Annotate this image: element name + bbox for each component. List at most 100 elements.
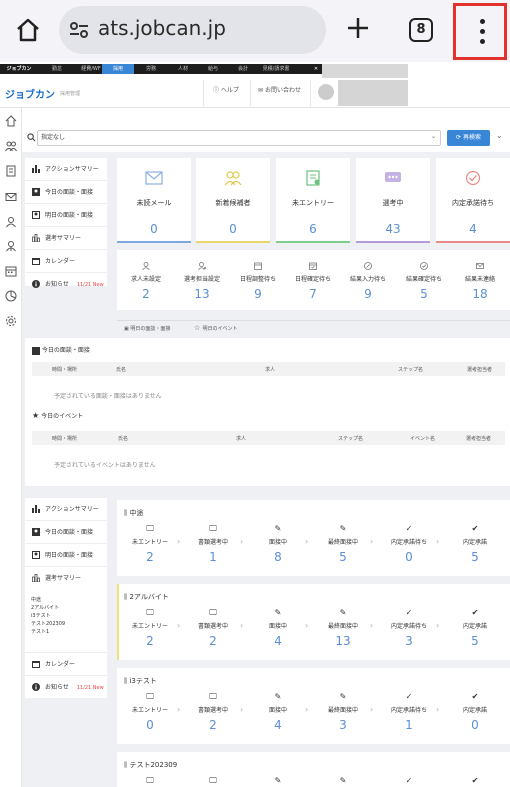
- card-offer-pending[interactable]: 内定承諾待ち 4: [436, 158, 510, 243]
- stat-result-uncontacted[interactable]: 結果未連絡 18: [452, 262, 508, 301]
- stat-job-unset[interactable]: 求人未設定 2: [118, 262, 174, 301]
- pipeline-step[interactable]: 🖵 書類選考中 2: [180, 608, 246, 648]
- mail-nav-icon[interactable]: [5, 191, 17, 203]
- stat-schedule-confirm[interactable]: 日程確定待ち 7: [285, 262, 341, 301]
- pipeline-step[interactable]: ✎ 面接中 4: [245, 608, 311, 648]
- pipeline-step[interactable]: 🖵: [117, 776, 183, 786]
- pipeline-step[interactable]: ✎ 最終面接中 5: [310, 524, 376, 564]
- col-assignee: 選考担当者: [466, 436, 492, 442]
- pipeline-step[interactable]: ✓: [376, 776, 442, 786]
- summary-item[interactable]: i3テスト: [31, 612, 107, 620]
- menu-action-summary[interactable]: アクションサマリー: [25, 498, 107, 521]
- user-icon: [142, 262, 150, 270]
- help-link[interactable]: ⓘ ヘルプ: [213, 85, 239, 94]
- stat-schedule-adjust[interactable]: 日程調整待ち 9: [230, 262, 286, 301]
- subtab-tomorrow-interview[interactable]: ▣ 明日の面談・面接: [124, 325, 170, 332]
- pipeline-step-value: 1: [405, 718, 413, 732]
- card-unread-mail[interactable]: 未読メール 0: [117, 158, 191, 243]
- subtab-bar: [117, 320, 510, 338]
- menu-calendar-label: カレンダー: [45, 661, 76, 668]
- close-nav-icon[interactable]: ✕: [312, 64, 320, 74]
- menu-today-interview[interactable]: 今日の面談・面接: [25, 181, 107, 204]
- stat-value: 9: [254, 287, 262, 301]
- pipeline-step-label: 最終面接中: [327, 707, 358, 714]
- nav-talent[interactable]: 人材: [168, 64, 198, 74]
- menu-selection-summary[interactable]: 選考サマリー: [25, 567, 107, 590]
- card-in-selection[interactable]: 選考中 43: [356, 158, 430, 243]
- card-not-entry[interactable]: 未エントリー 6: [276, 158, 350, 243]
- pipeline-step[interactable]: ✔ 内定承諾 0: [442, 692, 508, 732]
- pipeline-step-label: 内定承諾: [462, 623, 487, 630]
- search-icon: [27, 133, 36, 142]
- pipeline-step[interactable]: ✔ 内定承諾 5: [442, 608, 508, 648]
- pipeline-step[interactable]: 🖵: [180, 776, 246, 786]
- new-tab-icon[interactable]: [344, 14, 372, 42]
- site-settings-icon[interactable]: [68, 19, 90, 41]
- stat-result-confirm[interactable]: 結果確定待ち 5: [396, 262, 452, 301]
- contact-link[interactable]: ✉ お問い合わせ: [258, 85, 301, 94]
- summary-item[interactable]: 中途: [31, 596, 107, 604]
- menu-calendar[interactable]: カレンダー: [25, 653, 107, 676]
- summary-item[interactable]: テスト202309: [31, 620, 107, 628]
- menu-action-summary[interactable]: アクションサマリー: [25, 158, 107, 181]
- tab-switcher-button[interactable]: 8: [409, 18, 433, 42]
- nav-accounting[interactable]: 会計: [228, 64, 258, 74]
- settings-nav-icon[interactable]: [5, 315, 17, 327]
- document-nav-icon[interactable]: [5, 165, 17, 177]
- pipeline-step[interactable]: ✓ 内定承諾待ち 3: [376, 608, 442, 648]
- info-icon: [32, 683, 40, 691]
- menu-tomorrow-interview[interactable]: 明日の面談・面接: [25, 204, 107, 227]
- card-new-candidates[interactable]: 新着候補者 0: [196, 158, 270, 243]
- nav-jobcan[interactable]: ジョブカン: [2, 64, 36, 74]
- nav-recruit[interactable]: 採用: [102, 64, 134, 74]
- pipeline-step[interactable]: ✎ 面接中 4: [245, 692, 311, 732]
- pipeline-step[interactable]: ✎: [310, 776, 376, 786]
- candidates-nav-icon[interactable]: [5, 140, 17, 152]
- pipeline-step[interactable]: ✎ 最終面接中 13: [310, 608, 376, 648]
- pipeline-step[interactable]: ✔: [442, 776, 508, 786]
- nav-labor[interactable]: 労務: [136, 64, 166, 74]
- chevron-right-icon: ›: [240, 705, 244, 714]
- pipeline-step[interactable]: ✎ 最終面接中 3: [310, 692, 376, 732]
- collapse-chevron-icon[interactable]: ⌄: [496, 131, 503, 140]
- pipeline-step[interactable]: ✓ 内定承諾待ち 1: [376, 692, 442, 732]
- user-avatar[interactable]: [318, 84, 334, 100]
- nav-invoice[interactable]: 見積/請求書: [256, 64, 296, 74]
- menu-calendar[interactable]: カレンダー: [25, 250, 107, 273]
- home-nav-icon[interactable]: [5, 115, 17, 127]
- nav-attendance[interactable]: 勤怠: [42, 64, 72, 74]
- pipeline-step[interactable]: 🖵 書類選考中 1: [180, 524, 246, 564]
- nav-payroll[interactable]: 給与: [198, 64, 228, 74]
- menu-tomorrow-interview[interactable]: 明日の面談・面接: [25, 544, 107, 567]
- report-nav-icon[interactable]: [5, 290, 17, 302]
- summary-item[interactable]: テスト1: [31, 628, 107, 636]
- pipeline-step[interactable]: 🖵 未エントリー 2: [117, 524, 183, 564]
- pipeline-step[interactable]: ✎: [245, 776, 311, 786]
- pipeline-step[interactable]: 🖵 未エントリー 2: [117, 608, 183, 648]
- chevron-right-icon: ›: [305, 537, 309, 546]
- menu-notice[interactable]: お知らせ 11/21 New: [25, 273, 107, 296]
- research-button[interactable]: ⟳ 再検索: [447, 130, 490, 146]
- stat-result-input[interactable]: 結果入力待ち 9: [340, 262, 396, 301]
- menu-today-interview[interactable]: 今日の面談・面接: [25, 521, 107, 544]
- user-nav-icon[interactable]: [5, 216, 17, 228]
- stat-assign-setting[interactable]: 選考担当設定 13: [174, 262, 230, 301]
- pipeline-title-text: テスト202309: [129, 761, 178, 769]
- filter-select[interactable]: 指定なし: [37, 130, 441, 146]
- menu-notice[interactable]: お知らせ 11/21 New: [25, 676, 107, 699]
- jobcan-logo[interactable]: ジョブカン: [5, 86, 55, 101]
- redacted-area: [322, 64, 408, 78]
- subtab-tomorrow-event[interactable]: ☆ 明日のイベント: [194, 324, 238, 332]
- pipeline-step[interactable]: ✔ 内定承諾 5: [442, 524, 508, 564]
- recruiter-nav-icon[interactable]: [5, 240, 17, 252]
- browser-menu-button[interactable]: [453, 3, 507, 60]
- calendar-nav-icon[interactable]: [5, 265, 17, 277]
- pipeline-step[interactable]: 🖵 書類選考中 2: [180, 692, 246, 732]
- left-sidebar: [0, 108, 22, 787]
- menu-selection-summary[interactable]: 選考サマリー: [25, 227, 107, 250]
- home-icon[interactable]: [14, 16, 42, 44]
- pipeline-step[interactable]: ✓ 内定承諾待ち 0: [376, 524, 442, 564]
- summary-item[interactable]: 2アルバイト: [31, 604, 107, 612]
- pipeline-step[interactable]: 🖵 未エントリー 0: [117, 692, 183, 732]
- pipeline-step[interactable]: ✎ 面接中 8: [245, 524, 311, 564]
